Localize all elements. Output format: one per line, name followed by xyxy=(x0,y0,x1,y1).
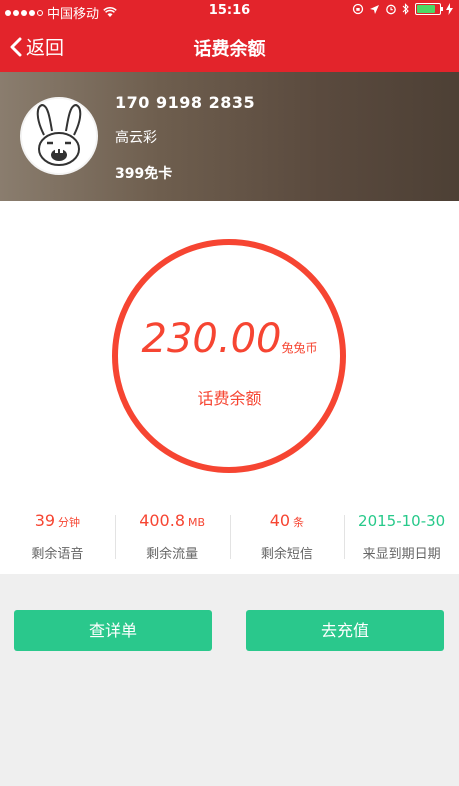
stat-label: 剩余短信 xyxy=(260,547,313,562)
balance-amount: 230.00 xyxy=(141,316,282,362)
battery-icon xyxy=(415,3,443,15)
stat-unit: 条 xyxy=(293,516,305,529)
stat-label: 来显到期日期 xyxy=(362,547,441,562)
plan-name: 399免卡 xyxy=(115,166,173,182)
phone-number: 170 9198 2835 xyxy=(115,93,256,112)
stat-value: 2015-10-30 xyxy=(358,512,446,530)
balance-amount-group: 230.00兔兔币 xyxy=(0,316,459,362)
bluetooth-icon xyxy=(402,3,409,15)
stat-caller-id-expiry: 2015-10-30 来显到期日期 xyxy=(344,509,459,569)
stat-voice: 39 分钟 剩余语音 xyxy=(0,509,115,569)
stat-value: 40 xyxy=(269,511,291,530)
nav-bar: 返回 话费余额 xyxy=(0,22,459,72)
page-title: 话费余额 xyxy=(193,39,266,60)
stat-unit: 分钟 xyxy=(58,516,81,529)
stat-sms: 40 条 剩余短信 xyxy=(229,509,345,569)
stats-row: 39 分钟 剩余语音 400.8 MB 剩余流量 40 条 剩余短信 2015-10-… xyxy=(0,509,459,569)
user-name: 高云彩 xyxy=(115,130,157,146)
view-details-button[interactable]: 查详单 xyxy=(14,610,212,651)
stat-data: 400.8 MB 剩余流量 xyxy=(114,509,230,569)
orientation-lock-icon xyxy=(352,3,364,15)
status-bar: 中国移动 15:16 xyxy=(0,0,459,22)
stat-value: 400.8 xyxy=(139,511,185,530)
balance-unit: 兔兔币 xyxy=(281,341,318,355)
alarm-icon xyxy=(386,4,396,15)
rabbit-avatar-icon xyxy=(22,99,96,173)
charging-bolt-icon xyxy=(446,3,453,15)
avatar[interactable] xyxy=(20,97,98,175)
profile-header: 170 9198 2835 高云彩 399免卡 xyxy=(0,72,459,201)
status-right xyxy=(352,3,453,15)
stat-value: 39 xyxy=(34,511,56,530)
balance-panel: 230.00兔兔币 话费余额 39 分钟 剩余语音 400.8 MB 剩余流量 40… xyxy=(0,201,459,574)
stat-label: 剩余流量 xyxy=(146,547,199,562)
recharge-button[interactable]: 去充值 xyxy=(246,610,444,651)
stat-label: 剩余语音 xyxy=(31,547,84,562)
stat-unit: MB xyxy=(188,516,206,529)
location-arrow-icon xyxy=(370,4,379,14)
balance-label: 话费余额 xyxy=(197,389,262,408)
